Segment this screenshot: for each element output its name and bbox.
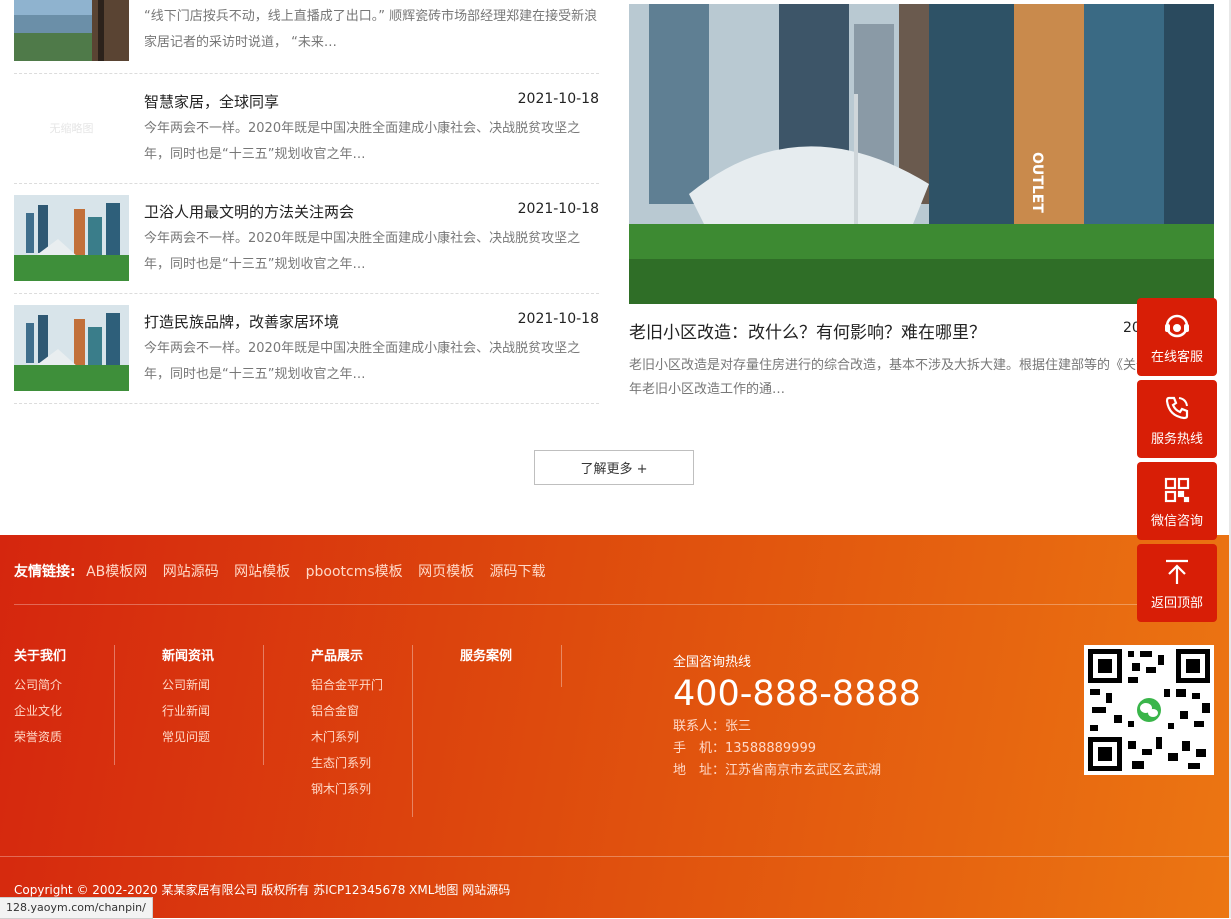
footer-link[interactable]: 企业文化 [14, 705, 114, 717]
learn-more-button[interactable]: 了解更多 + [534, 450, 694, 485]
friend-link[interactable]: pbootcms模板 [306, 564, 403, 580]
friend-links-label: 友情链接: [14, 564, 76, 580]
footer-link[interactable]: 公司新闻 [162, 679, 262, 691]
news-title[interactable]: 卫浴人用最文明的方法关注两会 [144, 201, 354, 222]
news-desc: 今年两会不一样。2020年既是中国决胜全面建成小康社会、决战脱贫攻坚之年，同时也… [144, 121, 581, 162]
copyright: Copyright © 2002-2020 某某家居有限公司 版权所有 苏ICP… [14, 883, 511, 897]
footer-divider [0, 856, 1231, 857]
side-hotline-button[interactable]: 服务热线 [1137, 380, 1217, 458]
news-thumb[interactable] [14, 195, 129, 281]
qrcode-icon [1137, 476, 1217, 504]
footer-link[interactable]: 钢木门系列 [311, 783, 411, 795]
friend-link[interactable]: 网页模板 [418, 564, 474, 580]
side-back-to-top-button[interactable]: 返回顶部 [1137, 544, 1217, 622]
wechat-qrcode [1084, 645, 1214, 775]
featured-title[interactable]: 老旧小区改造：改什么？有何影响？难在哪里？ [629, 318, 986, 343]
footer: 友情链接: AB模板网 网站源码 网站模板 pbootcms模板 网页模板 源码… [0, 535, 1231, 918]
outlet-sign: OUTLET [1029, 152, 1045, 213]
footer-col-heading[interactable]: 新闻资讯 [162, 645, 262, 664]
news-item[interactable]: 打造民族品牌，改善家居环境 2021-10-18 今年两会不一样。2020年既是… [14, 294, 599, 404]
col-separator [561, 645, 562, 687]
friend-links: 友情链接: AB模板网 网站源码 网站模板 pbootcms模板 网页模板 源码… [14, 561, 557, 581]
news-desc: 今年两会不一样。2020年既是中国决胜全面建成小康社会、决战脱贫攻坚之年，同时也… [144, 341, 581, 382]
side-button-label: 在线客服 [1150, 350, 1203, 365]
footer-link[interactable]: 常见问题 [162, 731, 262, 743]
featured-image[interactable]: OUTLET [629, 4, 1214, 304]
footer-col-about: 关于我们 公司简介 企业文化 荣誉资质 [14, 645, 114, 743]
news-desc: 今年两会不一样。2020年既是中国决胜全面建成小康社会、决战脱贫攻坚之年，同时也… [144, 231, 581, 272]
footer-col-heading[interactable]: 服务案例 [460, 645, 560, 664]
news-thumb[interactable] [14, 305, 129, 391]
friend-link[interactable]: 网站模板 [234, 564, 290, 580]
featured-desc: 老旧小区改造是对存量住房进行的综合改造，基本不涉及大拆大建。根据住建部等的《关于… [629, 358, 1209, 397]
contact-info: 全国咨询热线 400-888-8888 联系人：张三 手 机：135888899… [673, 651, 921, 780]
news-item[interactable]: “线下门店按兵不动，线上直播成了出口。” 顺辉瓷砖市场部经理郑建在接受新浪家居记… [14, 0, 599, 74]
featured-article[interactable]: OUTLET 老旧小区改造：改什么？有何影响？难在哪里？ 20 老旧小区改造是对… [629, 4, 1214, 397]
news-item[interactable]: 卫浴人用最文明的方法关注两会 2021-10-18 今年两会不一样。2020年既… [14, 184, 599, 294]
news-date: 2021-10-18 [517, 91, 599, 107]
phone-icon [1137, 394, 1217, 422]
headset-icon [1137, 312, 1217, 340]
friend-link[interactable]: 网站源码 [163, 564, 219, 580]
col-separator [263, 645, 264, 765]
footer-link[interactable]: 铝合金窗 [311, 705, 411, 717]
col-separator [412, 645, 413, 817]
news-date: 2021-10-18 [517, 311, 599, 327]
footer-col-news: 新闻资讯 公司新闻 行业新闻 常见问题 [162, 645, 262, 743]
col-separator [114, 645, 115, 765]
contact-person: 联系人：张三 [673, 719, 752, 734]
contact-address: 地 址：江苏省南京市玄武区玄武湖 [673, 763, 882, 778]
news-title[interactable]: 智慧家居，全球同享 [144, 91, 279, 112]
side-online-service-button[interactable]: 在线客服 [1137, 298, 1217, 376]
footer-col-heading[interactable]: 产品展示 [311, 645, 411, 664]
news-date: 2021-10-18 [517, 201, 599, 217]
footer-link[interactable]: 行业新闻 [162, 705, 262, 717]
side-button-label: 服务热线 [1150, 432, 1203, 447]
footer-link[interactable]: 公司简介 [14, 679, 114, 691]
side-wechat-button[interactable]: 微信咨询 [1137, 462, 1217, 540]
friend-link[interactable]: AB模板网 [86, 564, 147, 580]
contact-mobile: 手 机：13588889999 [673, 741, 816, 756]
hotline-label: 全国咨询热线 [673, 655, 752, 670]
news-title[interactable]: 打造民族品牌，改善家居环境 [144, 311, 339, 332]
news-desc: “线下门店按兵不动，线上直播成了出口。” 顺辉瓷砖市场部经理郑建在接受新浪家居记… [144, 9, 598, 50]
side-button-label: 返回顶部 [1150, 596, 1203, 611]
footer-col-cases: 服务案例 [460, 645, 560, 664]
footer-link[interactable]: 木门系列 [311, 731, 411, 743]
footer-divider [14, 604, 1151, 605]
status-bar-url: 128.yaoym.com/chanpin/ [0, 897, 153, 919]
news-item[interactable]: 无缩略图 智慧家居，全球同享 2021-10-18 今年两会不一样。2020年既… [14, 74, 599, 184]
footer-link[interactable]: 荣誉资质 [14, 731, 114, 743]
side-button-label: 微信咨询 [1150, 514, 1203, 529]
footer-col-heading[interactable]: 关于我们 [14, 645, 114, 664]
news-thumb-placeholder[interactable]: 无缩略图 [14, 85, 129, 171]
hotline-number: 400-888-8888 [673, 674, 921, 714]
footer-col-products: 产品展示 铝合金平开门 铝合金窗 木门系列 生态门系列 钢木门系列 [311, 645, 411, 795]
friend-link[interactable]: 源码下载 [490, 564, 546, 580]
no-thumbnail-text: 无缩略图 [49, 122, 94, 135]
footer-link[interactable]: 生态门系列 [311, 757, 411, 769]
arrow-up-icon [1137, 558, 1217, 586]
news-list: “线下门店按兵不动，线上直播成了出口。” 顺辉瓷砖市场部经理郑建在接受新浪家居记… [14, 0, 599, 404]
footer-link[interactable]: 铝合金平开门 [311, 679, 411, 691]
news-thumb[interactable] [14, 0, 129, 61]
